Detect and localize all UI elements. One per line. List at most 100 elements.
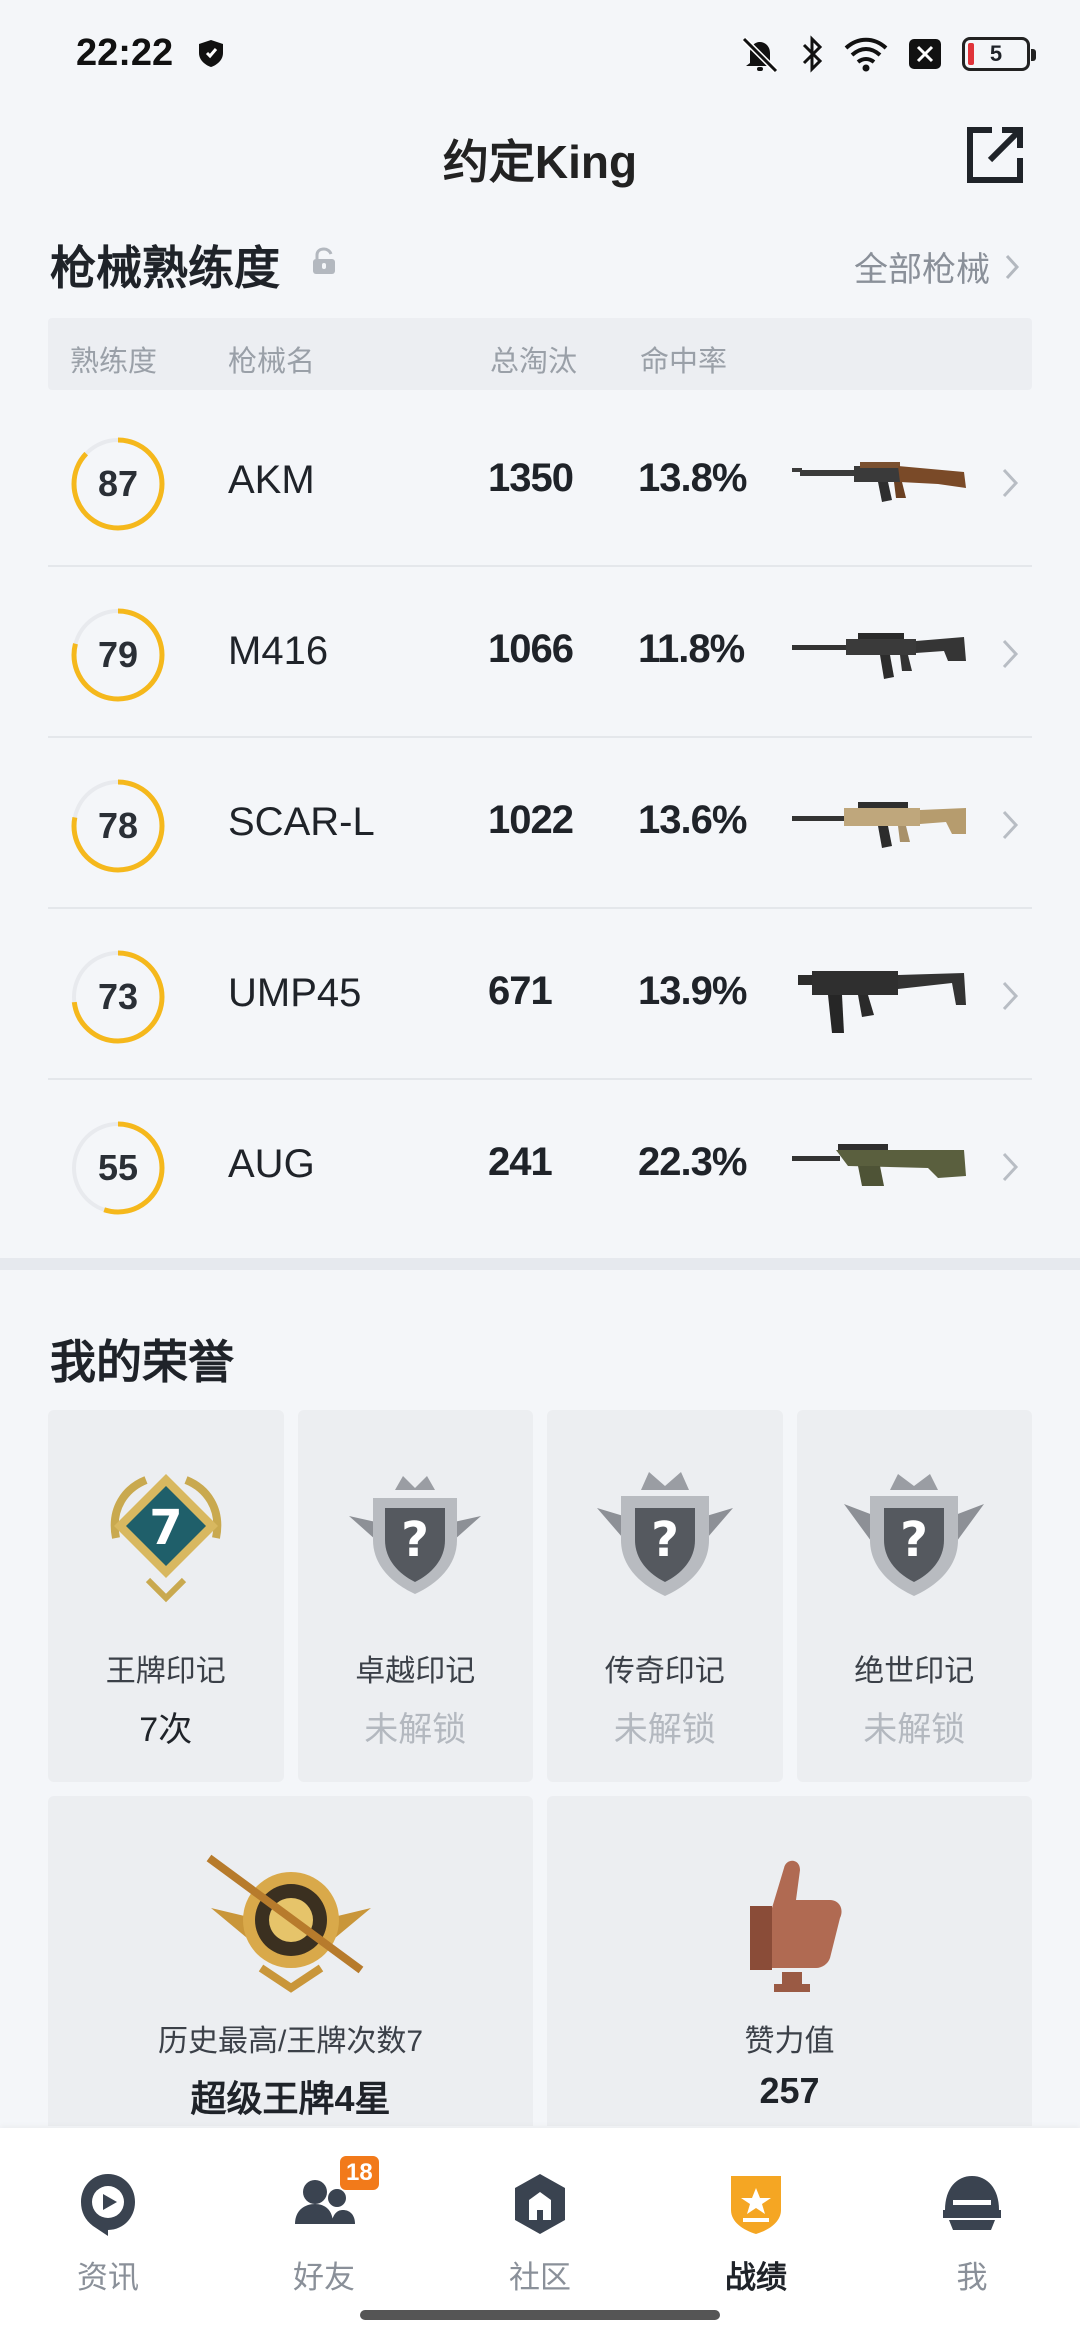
nav-item-community[interactable]: 社区: [460, 2148, 620, 2298]
chevron-right-icon: [1002, 981, 1019, 1011]
news-icon: [81, 2174, 135, 2236]
chevron-right-icon: [1002, 1152, 1019, 1182]
battery-level: 5: [989, 41, 1003, 66]
record-icon: [731, 2176, 781, 2234]
friends-badge: 18: [340, 2156, 379, 2190]
weapon-name: M416: [228, 629, 329, 673]
likes-card[interactable]: 赞力值 257: [547, 1796, 1032, 2126]
mastery-value: 79: [97, 634, 139, 675]
locked-mark-badge-icon: ?: [596, 1472, 733, 1596]
weapon-name: SCAR-L: [228, 800, 375, 844]
weapon-eliminations: 1066: [488, 627, 574, 671]
likes-label: 赞力值: [744, 2025, 835, 2058]
m416-rifle-icon: [792, 633, 966, 679]
honor-card-ace[interactable]: 7 王牌印记 7次: [48, 1410, 284, 1782]
section-divider: [0, 1258, 1080, 1270]
honor-card-peerless[interactable]: ? 绝世印记 未解锁: [796, 1410, 1032, 1782]
mute-icon: [741, 36, 779, 73]
col-mastery: 熟练度: [70, 346, 158, 378]
all-weapons-label: 全部枪械: [854, 251, 990, 289]
ace-mark-badge-icon: 7: [110, 1474, 221, 1603]
locked-mark-badge-symbol: ?: [651, 1512, 679, 1568]
honor-summary: 历史最高/王牌次数7 超级王牌4星 赞力值 257: [48, 1796, 1032, 2126]
nav-label: 我: [956, 2260, 988, 2295]
page-title: 约定King: [442, 136, 638, 188]
weapon-row-scar-l[interactable]: 78 SCAR-L 1022 13.6%: [48, 738, 1032, 909]
weapon-name: AKM: [228, 458, 315, 502]
honor-card-legend[interactable]: ? 传奇印记 未解锁: [547, 1410, 783, 1782]
honor-card-excellence[interactable]: ? 卓越印记 未解锁: [297, 1410, 533, 1782]
honor-value: 未解锁: [364, 1711, 467, 1749]
locked-mark-badge-symbol: ?: [401, 1512, 429, 1568]
akm-rifle-icon: [792, 462, 966, 502]
ump45-smg-icon: [798, 971, 966, 1033]
shield-icon: [199, 40, 223, 67]
chevron-right-icon: [1002, 810, 1019, 840]
col-accuracy: 命中率: [640, 346, 728, 378]
honors-section-title: 我的荣誉: [50, 1336, 234, 1388]
home-indicator: [360, 2310, 720, 2320]
weapon-row-aug[interactable]: 55 AUG 241 22.3%: [48, 1080, 1032, 1251]
weapon-eliminations: 1350: [488, 456, 574, 500]
mastery-value: 55: [97, 1147, 139, 1188]
honor-value: 未解锁: [613, 1711, 716, 1749]
best-rank-label: 历史最高/王牌次数7: [157, 2025, 424, 2058]
mastery-value: 73: [97, 976, 139, 1017]
nav-label: 好友: [293, 2260, 355, 2295]
weapon-row-m416[interactable]: 79 M416 1066 11.8%: [48, 567, 1032, 738]
weapon-name: UMP45: [228, 971, 362, 1015]
honor-name: 王牌印记: [105, 1655, 226, 1688]
ace-mark-badge-number: 7: [149, 1500, 182, 1556]
mastery-value: 78: [97, 805, 139, 846]
locked-mark-badge-symbol: ?: [900, 1512, 928, 1568]
nav-item-record[interactable]: 战绩: [676, 2148, 836, 2298]
honor-marks: 7 王牌印记 7次 ? 卓越印记 未解锁 ? 传奇印记 未解锁 ? 绝世印记 未…: [48, 1410, 1032, 1782]
chevron-right-icon: [1002, 639, 1019, 669]
weapon-eliminations: 241: [488, 1140, 553, 1184]
bottom-nav: 资讯 18 好友 社区 战绩 我: [0, 2128, 1080, 2340]
best-rank-card[interactable]: 历史最高/王牌次数7 超级王牌4星: [48, 1796, 533, 2126]
weapon-accuracy: 13.9%: [638, 969, 747, 1013]
nav-item-friends[interactable]: 18 好友: [244, 2148, 404, 2298]
nav-item-news[interactable]: 资讯: [28, 2148, 188, 2298]
sim-x-icon: [909, 39, 941, 69]
nav-label: 社区: [509, 2260, 571, 2295]
weapon-accuracy: 22.3%: [638, 1140, 747, 1184]
weapon-accuracy: 13.8%: [638, 456, 747, 500]
weapon-name: AUG: [228, 1142, 315, 1186]
battery-icon: 5: [962, 37, 1036, 71]
aug-rifle-icon: [792, 1144, 966, 1186]
chevron-right-icon: [1005, 254, 1020, 279]
wifi-icon: [844, 37, 888, 72]
honor-name: 卓越印记: [355, 1655, 476, 1688]
community-icon: [515, 2174, 565, 2234]
ace-rank-badge-icon: [206, 1854, 371, 1993]
nav-label: 资讯: [77, 2260, 139, 2295]
mastery-table-header: 熟练度 枪械名 总淘汰 命中率: [48, 318, 1032, 390]
all-weapons-link[interactable]: 全部枪械: [854, 242, 1020, 291]
status-icons: 5: [740, 34, 1036, 74]
honor-name: 绝世印记: [854, 1655, 975, 1688]
mastery-section-title: 枪械熟练度: [50, 242, 280, 294]
weapon-accuracy: 11.8%: [638, 627, 745, 671]
likes-value: 257: [759, 2070, 820, 2111]
weapon-row-akm[interactable]: 87 AKM 1350 13.8%: [48, 396, 1032, 567]
chevron-right-icon: [1002, 468, 1019, 498]
nav-label: 战绩: [725, 2260, 787, 2295]
weapon-eliminations: 1022: [488, 798, 574, 842]
status-time: 22:22: [76, 32, 174, 74]
share-icon[interactable]: [962, 122, 1028, 188]
bluetooth-icon: [802, 35, 823, 73]
lock-icon[interactable]: [310, 246, 338, 276]
honor-value: 未解锁: [863, 1711, 966, 1749]
weapon-row-ump45[interactable]: 73 UMP45 671 13.9%: [48, 909, 1032, 1080]
locked-mark-badge-icon: ?: [349, 1476, 482, 1594]
honor-value: 7次: [139, 1711, 193, 1749]
weapon-accuracy: 13.6%: [638, 798, 747, 842]
nav-item-me[interactable]: 我: [892, 2148, 1052, 2298]
weapon-eliminations: 671: [488, 969, 553, 1013]
helmet-icon: [943, 2176, 1001, 2230]
col-weapon-name: 枪械名: [228, 346, 316, 378]
thumbs-up-icon: [749, 1860, 842, 1992]
col-eliminations: 总淘汰: [490, 346, 578, 378]
